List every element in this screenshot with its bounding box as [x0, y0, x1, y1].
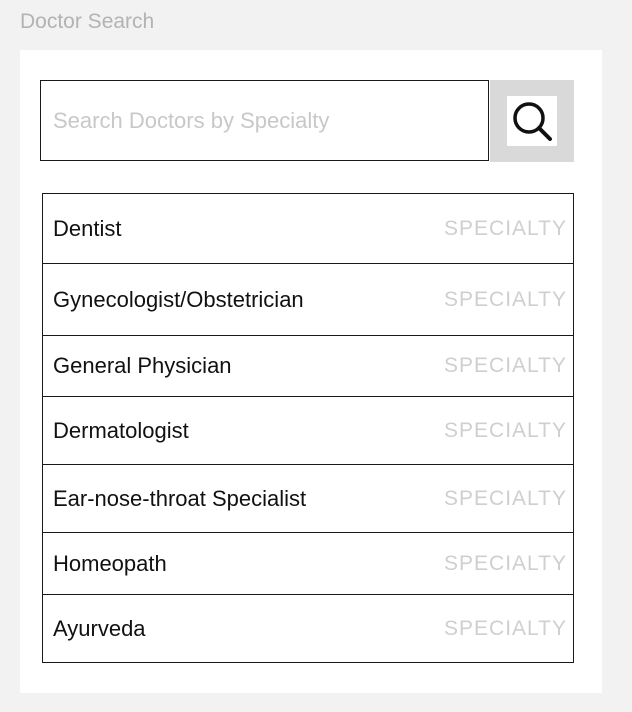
list-item-name: Dentist [53, 215, 122, 241]
specialty-tag: SPECIALTY [444, 616, 567, 640]
specialty-tag: SPECIALTY [444, 551, 567, 575]
specialty-results-list: Dentist SPECIALTY Gynecologist/Obstetric… [42, 193, 574, 663]
specialty-tag: SPECIALTY [444, 287, 567, 311]
specialty-tag: SPECIALTY [444, 418, 567, 442]
list-item-name: Ear-nose-throat Specialist [53, 485, 307, 511]
search-input[interactable] [40, 80, 489, 161]
list-item-name: Gynecologist/Obstetrician [53, 286, 304, 312]
search-icon [507, 96, 557, 146]
list-item-dermatologist[interactable]: Dermatologist SPECIALTY [43, 396, 573, 464]
search-button[interactable] [490, 80, 574, 162]
list-item-gynecologist[interactable]: Gynecologist/Obstetrician SPECIALTY [43, 263, 573, 335]
list-item-homeopath[interactable]: Homeopath SPECIALTY [43, 532, 573, 594]
list-item-name: General Physician [53, 353, 232, 378]
frame-title: Doctor Search [20, 10, 155, 33]
list-item-name: Dermatologist [53, 417, 189, 443]
list-item-general-physician[interactable]: General Physician SPECIALTY [43, 335, 573, 396]
list-item-ayurveda[interactable]: Ayurveda SPECIALTY [43, 594, 573, 662]
specialty-tag: SPECIALTY [444, 354, 567, 377]
list-item-ent-specialist[interactable]: Ear-nose-throat Specialist SPECIALTY [43, 464, 573, 532]
doctor-search-card: Dentist SPECIALTY Gynecologist/Obstetric… [20, 50, 602, 693]
list-item-name: Ayurveda [53, 615, 146, 641]
list-item-name: Homeopath [53, 550, 167, 576]
list-item-dentist[interactable]: Dentist SPECIALTY [43, 194, 573, 263]
specialty-tag: SPECIALTY [444, 486, 567, 510]
specialty-tag: SPECIALTY [444, 216, 567, 240]
